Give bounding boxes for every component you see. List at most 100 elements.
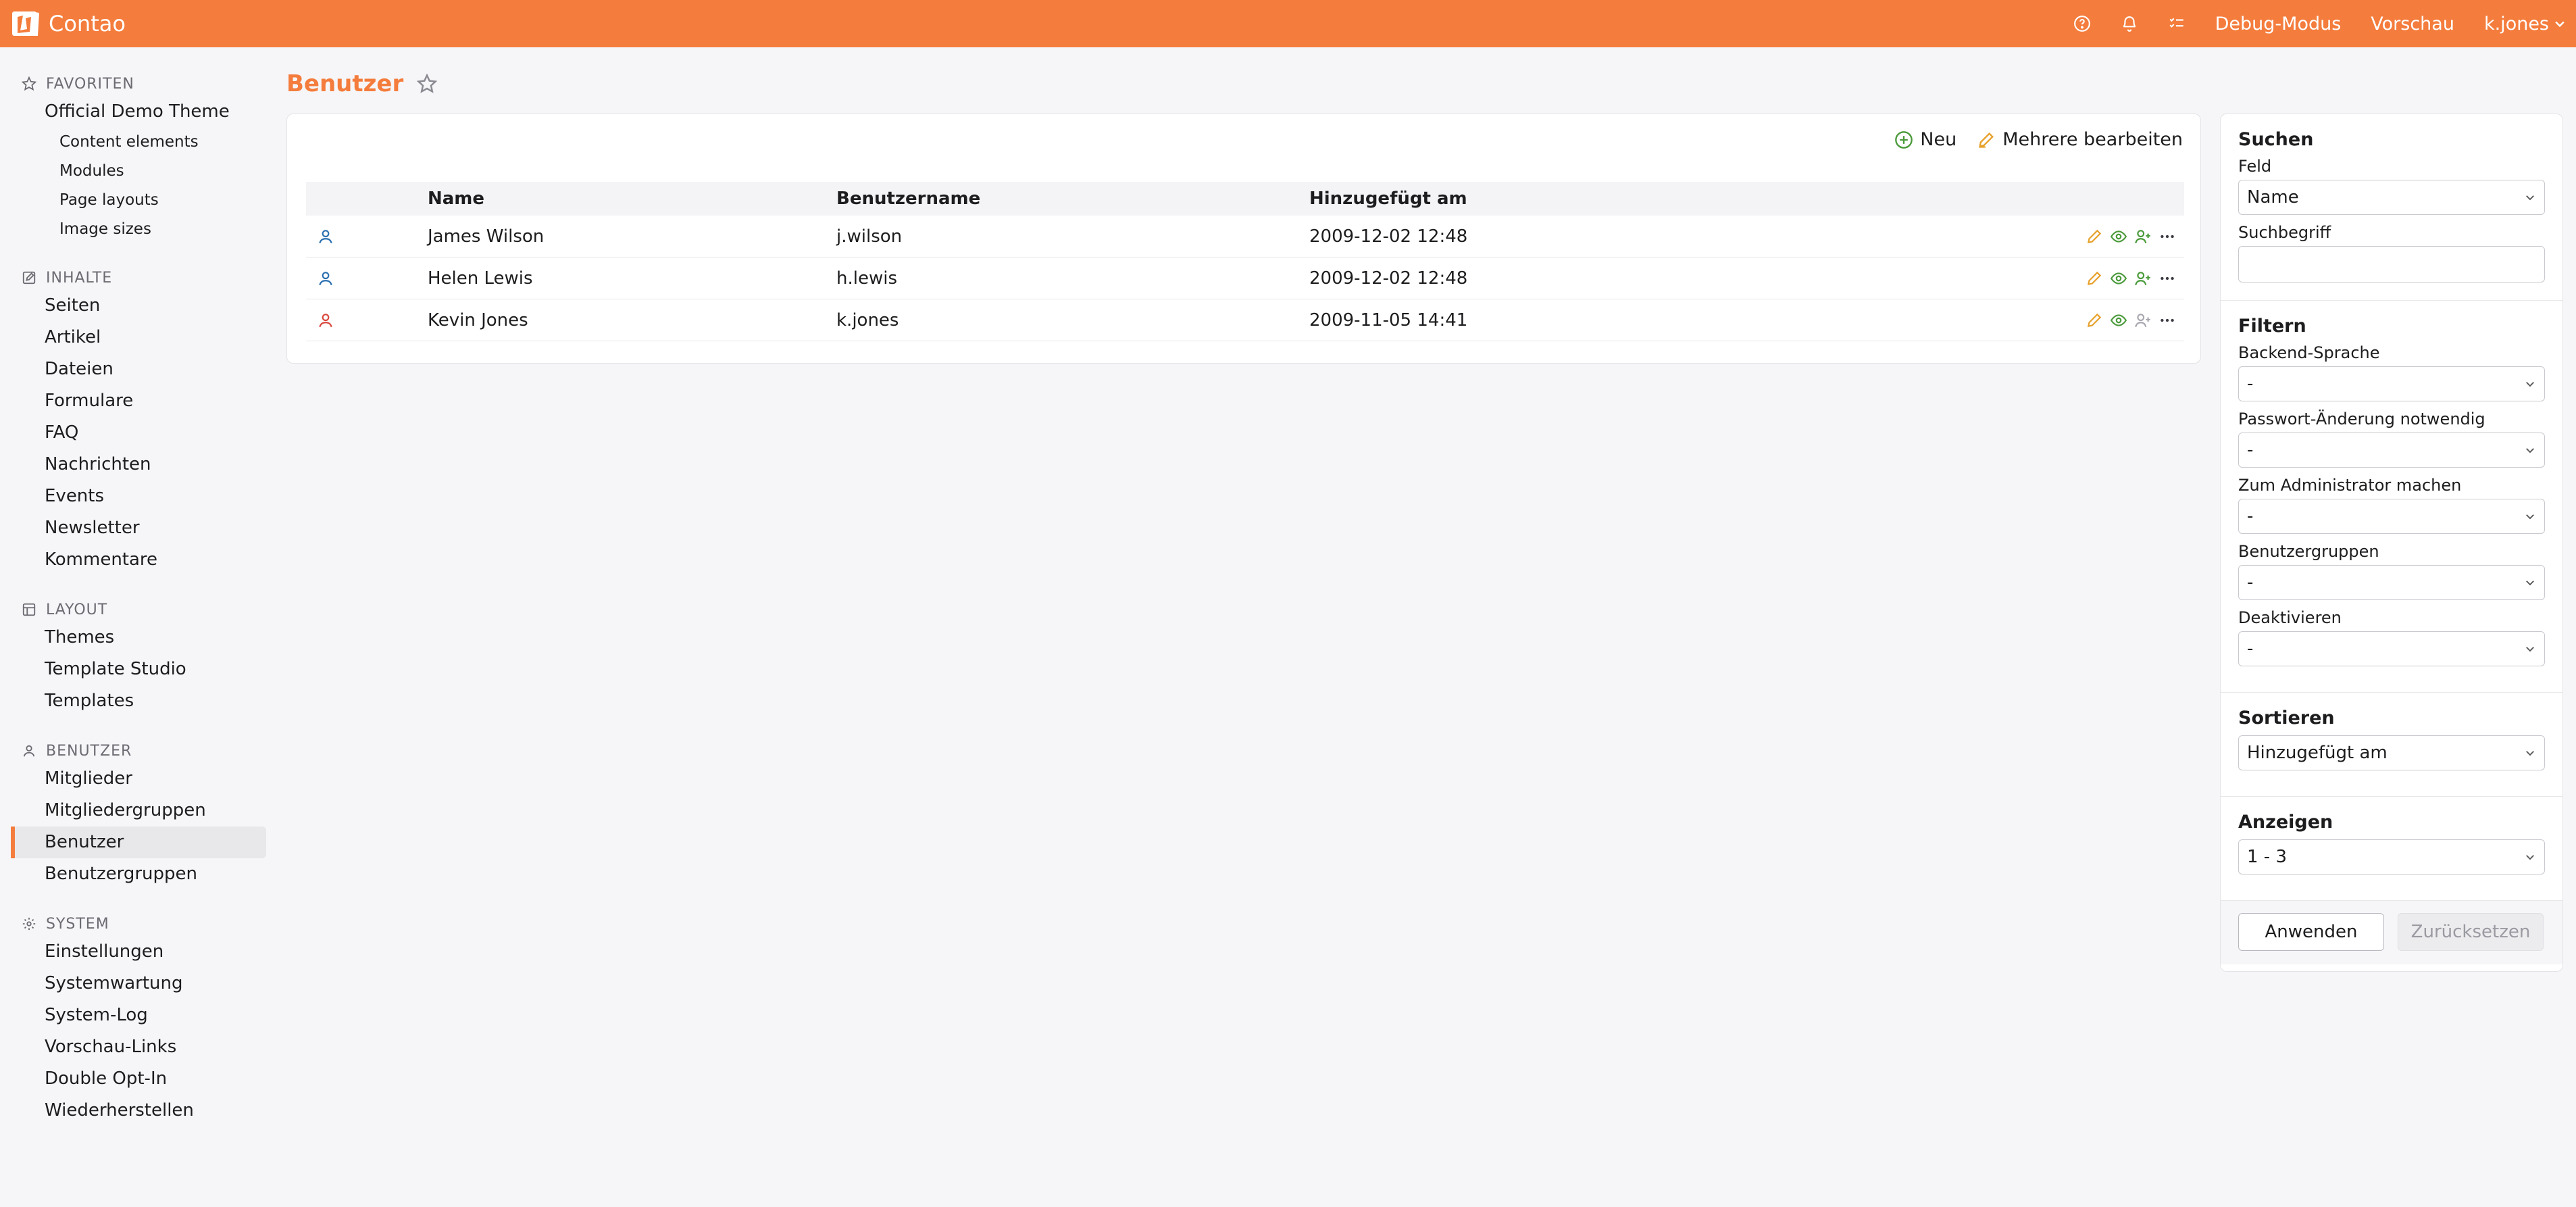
filter-admin-select[interactable]: - [2238, 499, 2545, 534]
column-header-added[interactable]: Hinzugefügt am [1309, 189, 1985, 209]
sidebar-item-newsletter[interactable]: Newsletter [0, 512, 270, 544]
user-switch-icon[interactable] [2134, 228, 2152, 245]
cell-username: j.wilson [836, 226, 903, 247]
more-icon[interactable] [2158, 228, 2176, 245]
filter-buttons: Anwenden Zurücksetzen [2221, 901, 2562, 964]
bell-icon[interactable] [2106, 0, 2153, 47]
app-name: Contao [49, 11, 126, 36]
user-switch-icon[interactable] [2134, 312, 2152, 329]
search-field-select[interactable]: Name [2238, 180, 2545, 215]
sidebar-item-system-log[interactable]: System-Log [0, 1000, 270, 1031]
plus-circle-icon [1895, 130, 1913, 149]
sidebar-item-page-layouts[interactable]: Page layouts [0, 186, 270, 215]
edit-multiple-button[interactable]: Mehrere bearbeiten [1977, 129, 2183, 150]
chevron-down-icon [2526, 382, 2534, 387]
debug-mode-link[interactable]: Debug-Modus [2200, 14, 2356, 34]
row-operations [2086, 270, 2184, 287]
sidebar-group-title[interactable]: LAYOUT [0, 597, 270, 622]
sidebar-item-kommentare[interactable]: Kommentare [0, 544, 270, 576]
sidebar-item-template-studio[interactable]: Template Studio [0, 654, 270, 685]
sidebar-item-wiederherstellen[interactable]: Wiederherstellen [0, 1095, 270, 1127]
chevron-down-icon [2526, 448, 2534, 453]
table-row: James Wilson j.wilson 2009-12-02 12:48 [306, 216, 2184, 257]
preview-link[interactable]: Vorschau [2356, 14, 2469, 34]
sidebar-group-title[interactable]: BENUTZER [0, 739, 270, 763]
eye-icon[interactable] [2110, 270, 2127, 287]
sidebar-item-faq[interactable]: FAQ [0, 417, 270, 449]
cell-added: 2009-12-02 12:48 [1309, 268, 1468, 289]
brand[interactable]: Contao [11, 9, 126, 39]
filter-deactivate-select[interactable]: - [2238, 631, 2545, 666]
help-icon[interactable] [2059, 0, 2106, 47]
user-list-panel: Neu Mehrere bearbeiten Name Benutzername… [286, 114, 2201, 364]
user-status-icon [319, 229, 332, 243]
sidebar-item-double-opt-in[interactable]: Double Opt-In [0, 1063, 270, 1095]
sidebar-group-title[interactable]: INHALTE [0, 266, 270, 290]
sidebar-group-title[interactable]: SYSTEM [0, 912, 270, 936]
column-header-username[interactable]: Benutzername [836, 189, 1309, 209]
show-limit-select[interactable]: 1 - 3 [2238, 839, 2545, 875]
reset-button[interactable]: Zurücksetzen [2398, 913, 2544, 951]
sidebar-group-system: SYSTEM Einstellungen Systemwartung Syste… [0, 912, 270, 1127]
sidebar-item-official-demo-theme[interactable]: Official Demo Theme [0, 96, 270, 128]
apply-button[interactable]: Anwenden [2238, 913, 2384, 951]
sidebar-item-artikel[interactable]: Artikel [0, 322, 270, 353]
filter-user-groups-select[interactable]: - [2238, 565, 2545, 600]
filter-title: Filtern [2238, 316, 2306, 337]
table-row: Kevin Jones k.jones 2009-11-05 14:41 [306, 299, 2184, 341]
sidebar-item-templates[interactable]: Templates [0, 685, 270, 717]
cell-name: Kevin Jones [428, 310, 528, 330]
column-header-name[interactable]: Name [428, 189, 836, 209]
sidebar-item-mitglieder[interactable]: Mitglieder [0, 763, 270, 795]
sort-select[interactable]: Hinzugefügt am [2238, 735, 2545, 770]
star-icon [22, 76, 36, 91]
row-operations [2086, 228, 2184, 245]
eye-icon[interactable] [2110, 228, 2127, 245]
chevron-down-icon [2526, 647, 2534, 652]
search-term-input[interactable] [2238, 246, 2545, 282]
sidebar-item-einstellungen[interactable]: Einstellungen [0, 936, 270, 968]
filter-password-change-select[interactable]: - [2238, 433, 2545, 468]
table-row: Helen Lewis h.lewis 2009-12-02 12:48 [306, 257, 2184, 299]
sidebar-item-themes[interactable]: Themes [0, 622, 270, 654]
sidebar-item-systemwartung[interactable]: Systemwartung [0, 968, 270, 1000]
sidebar-item-nachrichten[interactable]: Nachrichten [0, 449, 270, 481]
eye-icon[interactable] [2110, 312, 2127, 329]
pencil-icon[interactable] [2086, 270, 2103, 287]
cell-name: James Wilson [428, 226, 545, 247]
page-header: Benutzer [286, 70, 438, 97]
sidebar-item-formulare[interactable]: Formulare [0, 385, 270, 417]
filter-backend-language-select[interactable]: - [2238, 366, 2545, 401]
sidebar-item-seiten[interactable]: Seiten [0, 290, 270, 322]
sidebar-item-image-sizes[interactable]: Image sizes [0, 215, 270, 244]
star-icon[interactable] [417, 74, 438, 94]
filter-label-backend-language: Backend-Sprache [2238, 343, 2380, 362]
search-term-label: Suchbegriff [2238, 223, 2331, 242]
sidebar-item-events[interactable]: Events [0, 481, 270, 512]
sidebar-item-mitgliedergruppen[interactable]: Mitgliedergruppen [0, 795, 270, 827]
layout-icon [22, 603, 36, 616]
more-icon[interactable] [2158, 270, 2176, 287]
sidebar-item-vorschau-links[interactable]: Vorschau-Links [0, 1031, 270, 1063]
page-title: Benutzer [286, 70, 404, 97]
sidebar-item-content-elements[interactable]: Content elements [0, 128, 270, 157]
pencil-icon[interactable] [2086, 312, 2103, 329]
new-button[interactable]: Neu [1894, 129, 1956, 150]
pencil-icon[interactable] [2086, 228, 2103, 245]
sidebar-item-dateien[interactable]: Dateien [0, 353, 270, 385]
sort-title: Sortieren [2238, 708, 2335, 729]
tasks-icon[interactable] [2153, 0, 2200, 47]
user-menu[interactable]: k.jones [2469, 14, 2567, 34]
sidebar-item-modules[interactable]: Modules [0, 157, 270, 186]
show-title: Anzeigen [2238, 812, 2333, 833]
sidebar-item-benutzer[interactable]: Benutzer [11, 827, 266, 858]
contao-logo-icon [12, 11, 39, 36]
sidebar-item-benutzergruppen[interactable]: Benutzergruppen [0, 858, 270, 890]
user-icon [23, 745, 35, 757]
filter-label-deactivate: Deaktivieren [2238, 608, 2342, 627]
sidebar-group-title[interactable]: FAVORITEN [0, 72, 270, 96]
table-header: Name Benutzername Hinzugefügt am [306, 182, 2184, 216]
more-icon[interactable] [2158, 312, 2176, 329]
sidebar-group-layout: LAYOUT Themes Template Studio Templates [0, 597, 270, 717]
user-switch-icon[interactable] [2134, 270, 2152, 287]
